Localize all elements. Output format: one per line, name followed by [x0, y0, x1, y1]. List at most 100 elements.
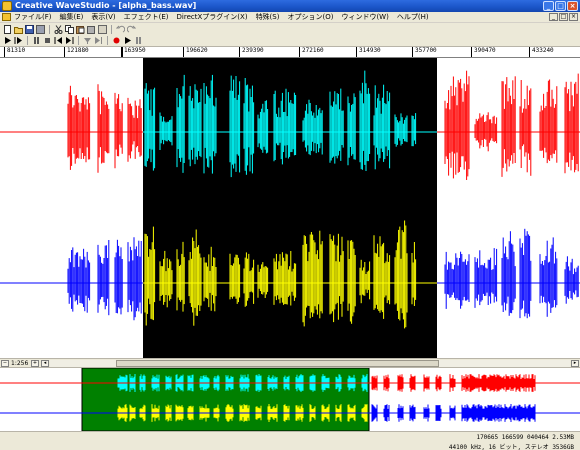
menu-options[interactable]: オプション(O) — [287, 12, 333, 22]
waveform-burst — [519, 80, 532, 176]
status-format: 44100 kHz, 16 ビット, ステレオ 3536GB — [448, 444, 574, 450]
ruler-tick — [412, 47, 413, 57]
open-file-icon[interactable] — [14, 25, 23, 34]
menu-help[interactable]: ヘルプ(H) — [397, 12, 429, 22]
ruler-label: 272160 — [302, 47, 324, 54]
waveform-burst — [114, 92, 123, 169]
fast-forward-icon[interactable] — [65, 36, 74, 45]
ruler-tick — [4, 47, 5, 57]
copy-icon[interactable] — [65, 24, 74, 34]
pause-icon[interactable] — [32, 36, 41, 45]
waveform-burst — [501, 231, 516, 316]
selection-start-marker[interactable] — [121, 47, 123, 57]
ruler-label: 121880 — [67, 47, 89, 54]
transport-toolbar — [0, 35, 580, 47]
waveform-burst — [564, 73, 579, 174]
redo-icon[interactable] — [126, 25, 137, 34]
paste-icon[interactable] — [76, 25, 85, 34]
document-window-controls: _ □ × — [549, 13, 578, 21]
pause-record-icon[interactable] — [134, 36, 143, 45]
scroll-right-arrow[interactable]: ▸ — [571, 360, 579, 367]
time-ruler[interactable]: 81310 121880 163950 196620 239390 272160… — [0, 47, 580, 58]
waveform-burst — [67, 85, 91, 170]
waveform-burst — [302, 230, 323, 327]
ruler-label: 196620 — [186, 47, 208, 54]
close-button[interactable]: × — [567, 1, 578, 11]
waveform-burst — [97, 84, 110, 173]
toolbar-separator — [78, 36, 79, 45]
document-icon[interactable] — [2, 13, 11, 21]
title-bar: Creative WaveStudio - [alpha_bass.wav] _… — [0, 0, 580, 12]
ruler-tick — [64, 47, 65, 57]
horizontal-scrollbar[interactable]: − 1:256 + ◂ ▸ — [0, 358, 580, 368]
overview-canvas[interactable] — [0, 368, 580, 431]
toolbar-separator — [111, 24, 112, 34]
menu-special[interactable]: 特殊(S) — [256, 12, 280, 22]
waveform-burst — [114, 239, 123, 315]
menu-file[interactable]: ファイル(F) — [14, 12, 52, 22]
scroll-thumb[interactable] — [116, 360, 439, 367]
menu-edit[interactable]: 編集(E) — [60, 12, 84, 22]
paste-mix-icon[interactable] — [87, 25, 96, 34]
doc-restore-button[interactable]: □ — [559, 13, 568, 21]
menu-effects[interactable]: エフェクト(E) — [124, 12, 169, 22]
stop-icon[interactable] — [43, 36, 52, 45]
ruler-tick — [183, 47, 184, 57]
waveform-burst — [444, 70, 470, 180]
ruler-label: 81310 — [7, 47, 26, 54]
rewind-icon[interactable] — [54, 36, 63, 45]
cut-icon[interactable] — [54, 24, 63, 34]
status-positions: 170665 166599 040464 2.53MB — [476, 434, 574, 441]
waveform-burst — [97, 240, 110, 316]
menu-view[interactable]: 表示(V) — [91, 12, 115, 22]
menu-window[interactable]: ウィンドウ(W) — [341, 12, 388, 22]
maximize-button[interactable]: □ — [555, 1, 566, 11]
waveform-burst — [539, 237, 558, 317]
waveform-canvas[interactable] — [0, 58, 580, 358]
waveform-burst — [127, 237, 142, 321]
waveform-burst — [564, 256, 579, 304]
zoom-in-button[interactable]: + — [31, 360, 39, 367]
waveform-burst — [539, 79, 558, 164]
minimize-button[interactable]: _ — [543, 1, 554, 11]
record-filter-icon[interactable] — [83, 36, 92, 45]
edit-toolbar — [0, 23, 580, 35]
ruler-label: 390470 — [474, 47, 496, 54]
window-controls: _ □ × — [543, 1, 578, 11]
waveform-burst — [67, 247, 91, 313]
undo-icon[interactable] — [115, 25, 126, 34]
ruler-tick — [356, 47, 357, 57]
play-icon[interactable] — [3, 36, 12, 45]
save-file-icon[interactable] — [25, 24, 34, 34]
status-bar: 170665 166599 040464 2.53MB 44100 kHz, 1… — [0, 431, 580, 450]
waveform-burst — [519, 228, 532, 319]
window-title: Creative WaveStudio - [alpha_bass.wav] — [15, 1, 197, 10]
ruler-tick — [471, 47, 472, 57]
ruler-label: 433240 — [532, 47, 554, 54]
ruler-label: 163950 — [124, 47, 146, 54]
scroll-left-arrow[interactable]: ◂ — [41, 360, 49, 367]
waveform-burst — [501, 76, 516, 177]
overview-pane[interactable] — [0, 368, 580, 431]
doc-minimize-button[interactable]: _ — [549, 13, 558, 21]
waveform-burst — [444, 251, 470, 309]
properties-icon[interactable] — [98, 24, 107, 34]
record-icon[interactable] — [112, 36, 121, 45]
menu-directx-plugins[interactable]: DirectXプラグイン(X) — [177, 12, 248, 22]
waveform-burst — [474, 248, 498, 308]
scroll-track[interactable] — [50, 360, 570, 367]
menu-bar: ファイル(F) 編集(E) 表示(V) エフェクト(E) DirectXプラグイ… — [0, 12, 580, 23]
doc-close-button[interactable]: × — [569, 13, 578, 21]
waveform-burst — [127, 97, 142, 162]
new-file-icon[interactable] — [3, 24, 12, 34]
play-from-cursor-icon[interactable] — [14, 36, 23, 45]
toolbar-separator — [107, 36, 108, 45]
waveform-editor[interactable] — [0, 58, 580, 358]
app-icon[interactable] — [2, 1, 12, 11]
toolbar-separator — [27, 36, 28, 45]
ruler-tick — [239, 47, 240, 57]
go-end-icon[interactable] — [94, 36, 103, 45]
zoom-out-button[interactable]: − — [1, 360, 9, 367]
save-all-icon[interactable] — [36, 24, 45, 34]
play-loop-icon[interactable] — [123, 36, 132, 45]
